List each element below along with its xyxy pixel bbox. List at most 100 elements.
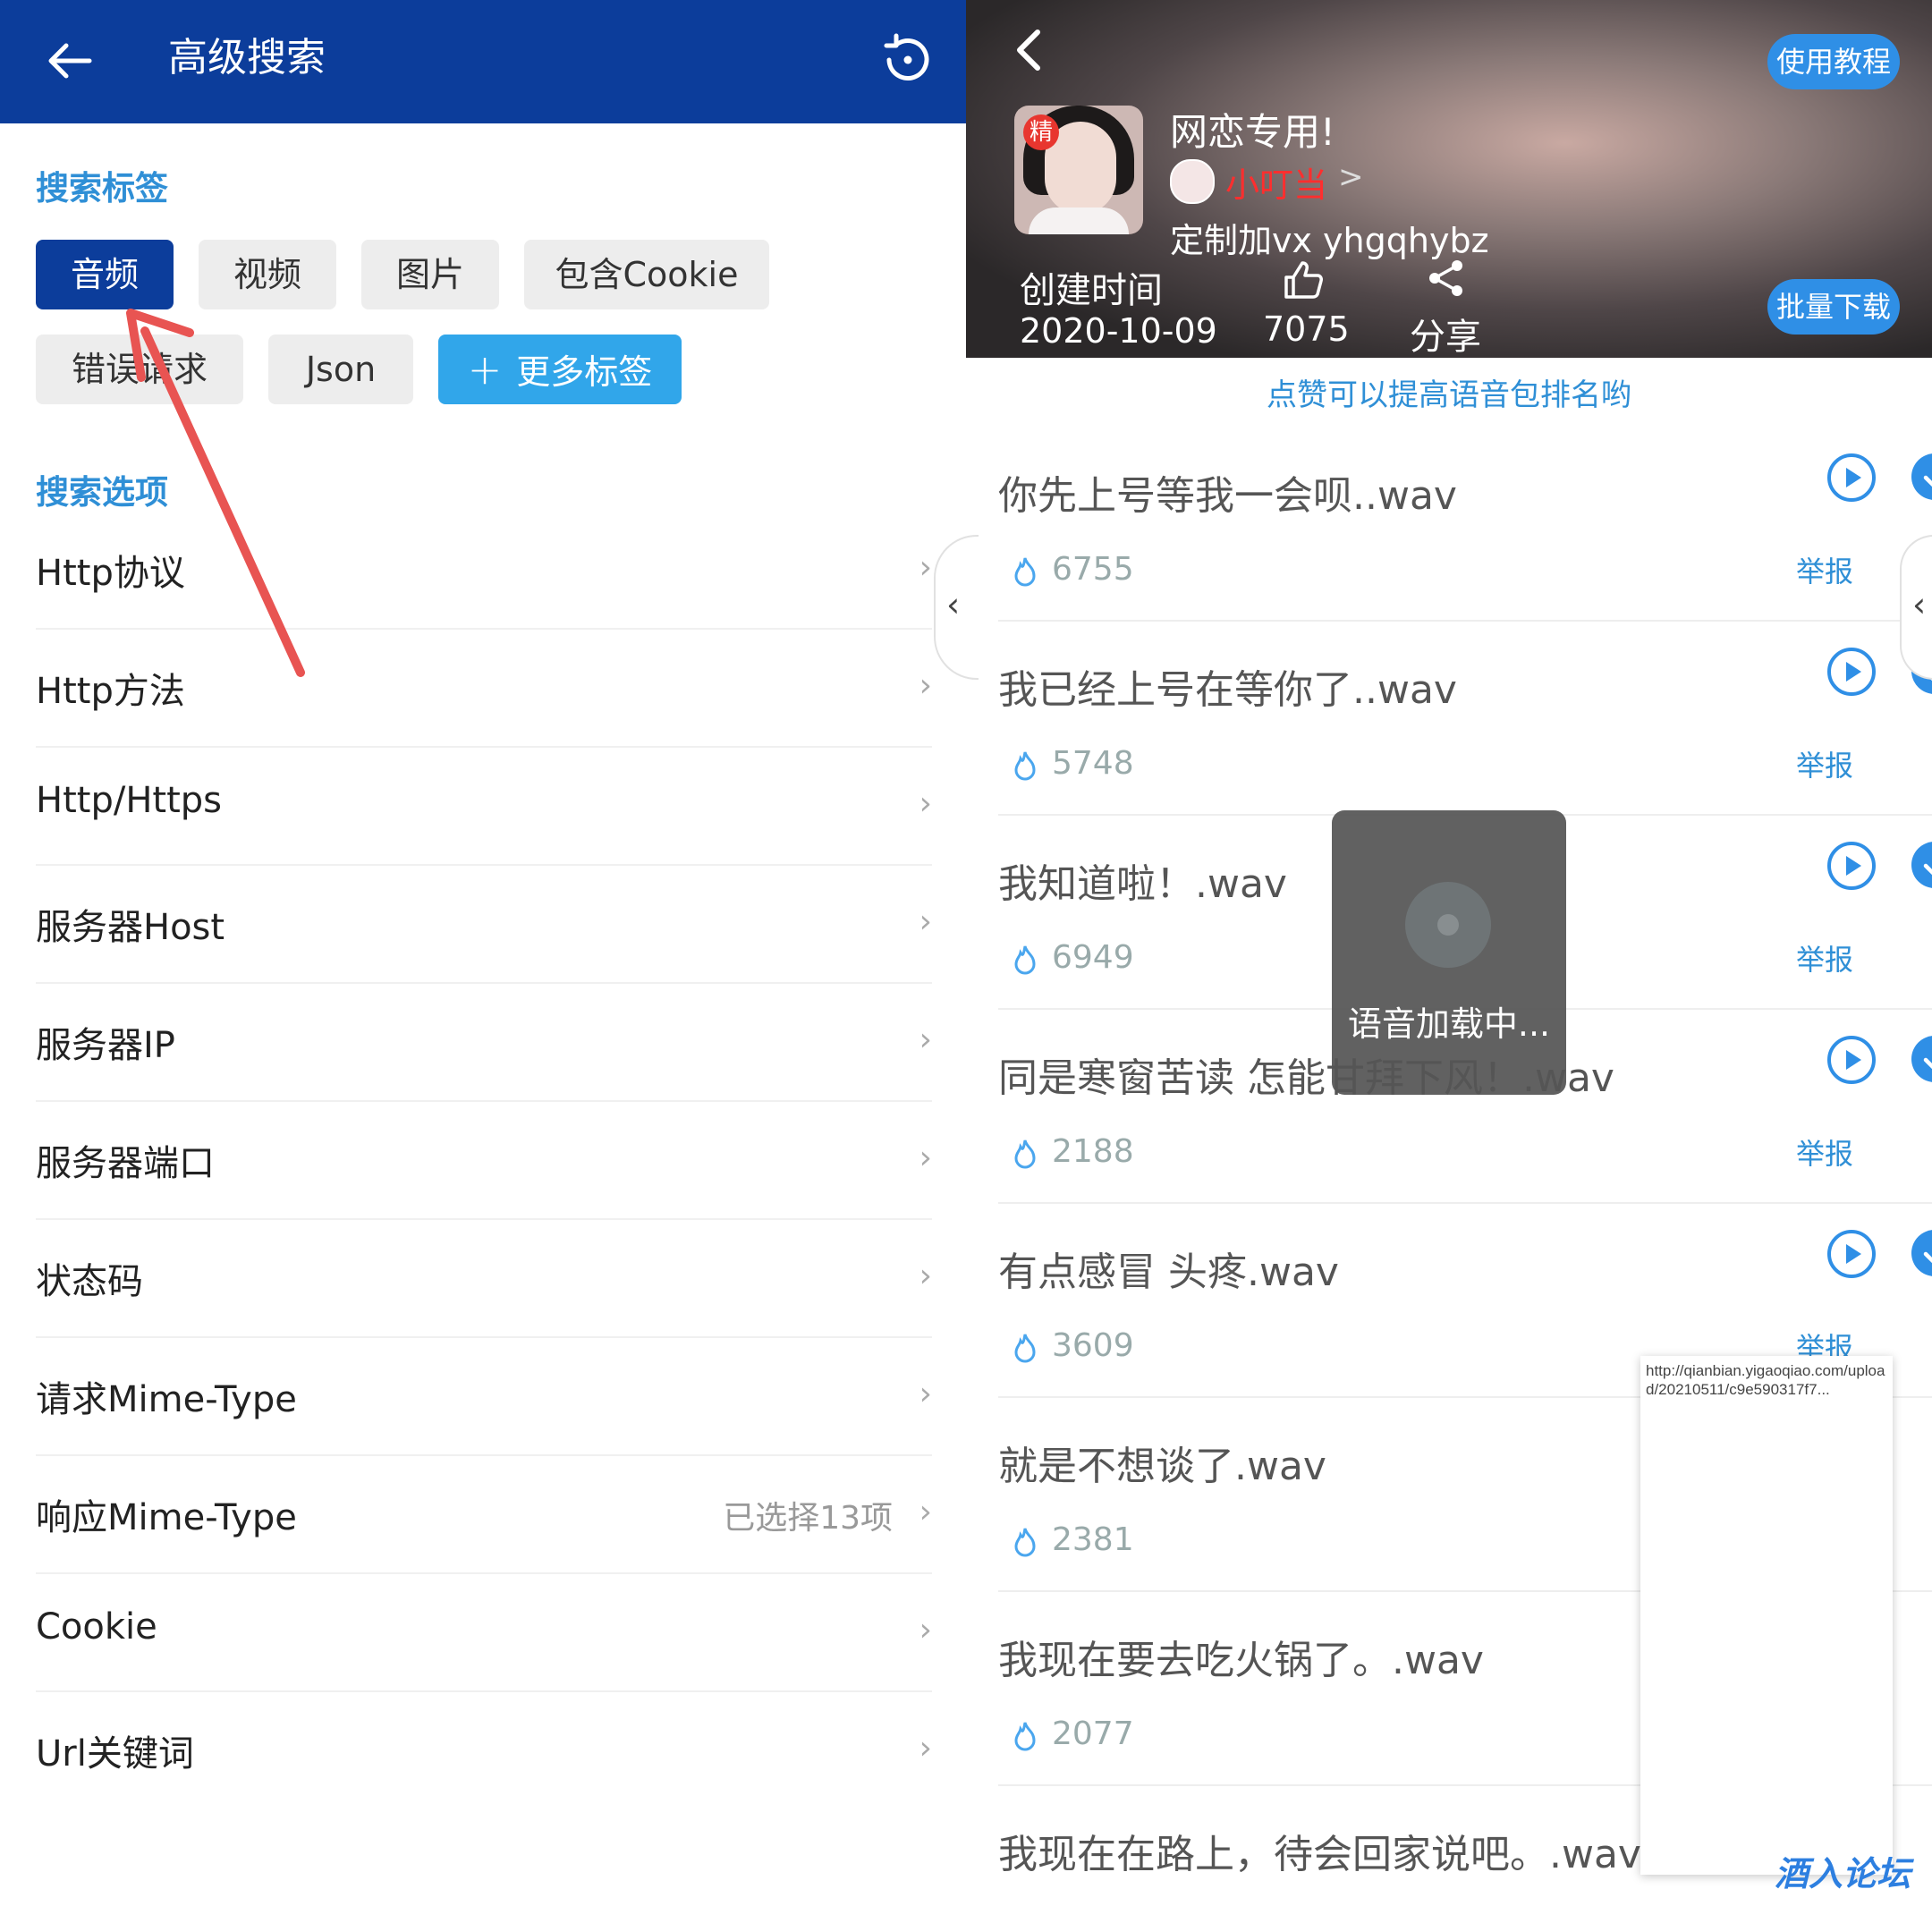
fire-icon: [1014, 1139, 1036, 1169]
voice-pack-header: 使用教程 精 网恋专用! 小叮当 > 定制加vx yhgqhybz 创建时间 2…: [966, 0, 1932, 358]
track-name: 我现在要去吃火锅了。.wav: [998, 1638, 1484, 1683]
play-count: 2381: [1052, 1521, 1134, 1558]
chip-audio[interactable]: 音频: [36, 240, 174, 309]
download-icon[interactable]: [1911, 1035, 1932, 1083]
like-count: 7075: [1263, 309, 1350, 349]
watermark-logo: 酒入论坛: [1775, 1854, 1911, 1893]
option-label: 请求Mime-Type: [36, 1379, 297, 1420]
option-http-https[interactable]: Http/Https ›: [36, 746, 932, 866]
option-response-mime-type[interactable]: 响应Mime-Type 已选择13项 ›: [36, 1454, 932, 1574]
pack-cover-image: 精: [1014, 106, 1143, 234]
option-label: Url关键词: [36, 1733, 194, 1775]
author-avatar[interactable]: [1170, 159, 1215, 204]
chevron-right-icon: ›: [919, 1258, 932, 1294]
fire-icon: [1014, 557, 1036, 587]
report-link[interactable]: 举报: [1796, 743, 1853, 784]
batch-download-button[interactable]: 批量下载: [1767, 279, 1900, 335]
play-count: 3609: [1052, 1327, 1134, 1364]
chip-json[interactable]: Json: [268, 335, 413, 404]
download-icon[interactable]: [1911, 1229, 1932, 1277]
share-icon[interactable]: [1426, 258, 1467, 299]
tutorial-button[interactable]: 使用教程: [1767, 34, 1900, 89]
option-label: Http/Https: [36, 780, 222, 821]
more-tags-button[interactable]: + 更多标签: [438, 335, 682, 404]
option-status-code[interactable]: 状态码 ›: [36, 1218, 932, 1338]
created-time-label: 创建时间: [1020, 270, 1163, 311]
option-label: 服务器端口: [36, 1143, 215, 1184]
chip-image[interactable]: 图片: [361, 240, 499, 309]
option-server-port[interactable]: 服务器端口 ›: [36, 1100, 932, 1220]
chip-has-cookie[interactable]: 包含Cookie: [524, 240, 769, 309]
chevron-right-icon: ›: [919, 903, 932, 940]
option-http-protocol[interactable]: Http协议 ›: [36, 510, 932, 630]
history-icon[interactable]: [878, 30, 937, 89]
side-drawer-tab[interactable]: ‹: [934, 535, 979, 680]
play-icon[interactable]: [1826, 647, 1877, 697]
play-count: 2077: [1052, 1715, 1134, 1752]
play-count: 2188: [1052, 1133, 1134, 1170]
back-chevron-icon[interactable]: [1007, 25, 1052, 75]
option-server-host[interactable]: 服务器Host ›: [36, 864, 932, 984]
option-cookie[interactable]: Cookie ›: [36, 1572, 932, 1692]
url-popup[interactable]: http://qianbian.yigaoqiao.com/upload/202…: [1640, 1356, 1893, 1875]
chevron-right-icon: ›: [919, 785, 932, 822]
chevron-right-icon: ›: [919, 1730, 932, 1766]
thumbs-up-icon[interactable]: [1281, 258, 1326, 302]
chevron-right-icon: ›: [919, 1376, 932, 1412]
voice-pack-panel: 使用教程 精 网恋专用! 小叮当 > 定制加vx yhgqhybz 创建时间 2…: [966, 0, 1932, 1906]
option-label: 响应Mime-Type: [36, 1497, 297, 1538]
chevron-right-icon: ›: [919, 549, 932, 586]
fire-icon: [1014, 1334, 1036, 1363]
track-row[interactable]: 我已经上号在等你了..wav 5748 举报: [998, 622, 1932, 816]
chip-error-request[interactable]: 错误请求: [36, 335, 243, 404]
track-name: 我现在在路上，待会回家说吧。.wav: [998, 1832, 1641, 1877]
option-label: Cookie: [36, 1606, 157, 1648]
report-link[interactable]: 举报: [1796, 1131, 1853, 1173]
track-name: 你先上号等我一会呗..wav: [998, 473, 1457, 519]
track-row[interactable]: 你先上号等我一会呗..wav 6755 举报: [998, 428, 1932, 622]
track-name: 就是不想谈了.wav: [998, 1444, 1326, 1489]
play-count: 6755: [1052, 551, 1134, 588]
play-icon[interactable]: [1826, 1035, 1877, 1085]
share-button[interactable]: 分享: [1410, 308, 1481, 360]
option-value: 已选择13项: [723, 1500, 893, 1537]
option-server-ip[interactable]: 服务器IP ›: [36, 982, 932, 1102]
download-icon[interactable]: [1911, 453, 1932, 501]
report-link[interactable]: 举报: [1796, 549, 1853, 590]
fire-icon: [1014, 945, 1036, 975]
chevron-right-icon: ›: [919, 1139, 932, 1176]
chevron-left-icon: ‹: [946, 585, 961, 624]
option-request-mime-type[interactable]: 请求Mime-Type ›: [36, 1336, 932, 1456]
fire-icon: [1014, 1528, 1036, 1557]
option-url-keyword[interactable]: Url关键词 ›: [36, 1690, 932, 1809]
track-name: 有点感冒 头疼.wav: [998, 1249, 1339, 1295]
chevron-right-icon: ›: [919, 667, 932, 704]
option-http-method[interactable]: Http方法 ›: [36, 628, 932, 748]
chip-video[interactable]: 视频: [199, 240, 336, 309]
tags-section-title: 搜索标签: [36, 169, 168, 208]
fire-icon: [1014, 1722, 1036, 1751]
chevron-right-icon: ›: [919, 1612, 932, 1648]
side-drawer-tab[interactable]: ‹: [1900, 535, 1932, 680]
download-icon[interactable]: [1911, 841, 1932, 889]
option-label: Http协议: [36, 553, 185, 594]
report-link[interactable]: 举报: [1796, 937, 1853, 978]
play-icon[interactable]: [1826, 841, 1877, 891]
play-icon[interactable]: [1826, 453, 1877, 503]
back-arrow-icon[interactable]: [43, 34, 97, 88]
play-count: 5748: [1052, 745, 1134, 782]
chevron-right-icon: ›: [919, 1494, 932, 1530]
popup-url: http://qianbian.yigaoqiao.com/upload/202…: [1646, 1362, 1885, 1398]
option-label: 状态码: [36, 1261, 143, 1302]
chevron-left-icon: ‹: [1912, 585, 1927, 624]
track-name: 我已经上号在等你了..wav: [998, 667, 1457, 713]
pack-description: 定制加vx yhgqhybz: [1170, 221, 1489, 260]
author-name[interactable]: 小叮当: [1225, 157, 1327, 207]
play-icon[interactable]: [1826, 1229, 1877, 1279]
loading-text: 语音加载中...: [1347, 1004, 1551, 1044]
fire-icon: [1014, 751, 1036, 781]
plus-icon: +: [467, 345, 503, 394]
featured-badge: 精: [1023, 114, 1059, 150]
pack-title: 网恋专用!: [1170, 110, 1335, 154]
app-bar: 高级搜索: [0, 0, 966, 123]
